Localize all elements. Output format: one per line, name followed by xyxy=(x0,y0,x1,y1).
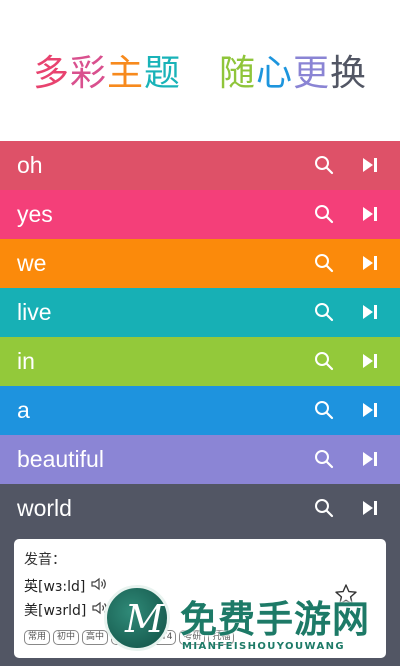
pronunciation-uk: 英[wɜ:ld] xyxy=(24,576,107,596)
search-icon[interactable] xyxy=(312,398,336,422)
word-row[interactable]: a xyxy=(0,386,400,435)
word-label: world xyxy=(17,495,72,521)
word-tag: 考研 xyxy=(179,630,206,645)
pronunciation-us: 美[wɜrld] xyxy=(24,600,108,620)
play-next-icon[interactable] xyxy=(358,496,382,520)
play-next-icon[interactable] xyxy=(358,202,382,226)
word-row[interactable]: we xyxy=(0,239,400,288)
word-tag: 托福 xyxy=(208,630,235,645)
pronunciation-title: 发音： xyxy=(24,552,66,568)
header-char: 主 xyxy=(106,53,144,94)
star-icon[interactable] xyxy=(334,583,358,611)
word-tag: 常用 xyxy=(24,630,51,645)
pronunciation-uk-text: 英[wɜ:ld] xyxy=(24,579,86,595)
header-char: 题 xyxy=(143,53,181,94)
word-row[interactable]: in xyxy=(0,337,400,386)
play-next-icon[interactable] xyxy=(358,447,382,471)
word-row[interactable]: beautiful xyxy=(0,435,400,484)
play-next-icon[interactable] xyxy=(358,153,382,177)
pronunciation-card: 发音： 英[wɜ:ld] 美[wɜrld] 常用 初中 高中 CET4 CET4 考研 托福 xyxy=(14,539,386,658)
header-title: 多彩主题 随心更换 xyxy=(0,0,400,140)
word-row[interactable]: yes xyxy=(0,190,400,239)
word-label: we xyxy=(17,250,47,276)
word-tag: 高中 xyxy=(82,630,109,645)
search-icon[interactable] xyxy=(312,496,336,520)
word-label: live xyxy=(17,299,52,325)
play-next-icon[interactable] xyxy=(358,398,382,422)
header-right-group: 随心更换 xyxy=(219,44,367,96)
header-char: 彩 xyxy=(69,53,107,94)
word-tags: 常用 初中 高中 CET4 CET4 考研 托福 xyxy=(24,630,235,645)
header-char: 更 xyxy=(293,53,331,94)
word-tag: CET4 xyxy=(145,630,177,645)
word-list: oh yes we live in a beautiful world xyxy=(0,141,400,533)
speaker-icon[interactable] xyxy=(91,577,107,595)
word-label: yes xyxy=(17,201,53,227)
header-char: 随 xyxy=(219,53,257,94)
header-char: 换 xyxy=(330,53,368,94)
word-label: beautiful xyxy=(17,446,104,472)
word-label: a xyxy=(17,397,30,423)
speaker-icon[interactable] xyxy=(92,601,108,619)
search-icon[interactable] xyxy=(312,300,336,324)
play-next-icon[interactable] xyxy=(358,349,382,373)
play-next-icon[interactable] xyxy=(358,251,382,275)
search-icon[interactable] xyxy=(312,202,336,226)
header-char: 多 xyxy=(32,53,70,94)
search-icon[interactable] xyxy=(312,251,336,275)
word-label: oh xyxy=(17,152,43,178)
word-detail-panel: 发音： 英[wɜ:ld] 美[wɜrld] 常用 初中 高中 CET4 CET4 考研 托福 xyxy=(0,533,400,666)
play-next-icon[interactable] xyxy=(358,300,382,324)
header-left-group: 多彩主题 xyxy=(33,44,181,96)
word-label: in xyxy=(17,348,35,374)
header-char: 心 xyxy=(256,53,294,94)
word-tag: 初中 xyxy=(53,630,80,645)
word-tag: CET4 xyxy=(111,630,143,645)
search-icon[interactable] xyxy=(312,153,336,177)
word-row[interactable]: live xyxy=(0,288,400,337)
word-row[interactable]: oh xyxy=(0,141,400,190)
word-row[interactable]: world xyxy=(0,484,400,533)
search-icon[interactable] xyxy=(312,349,336,373)
pronunciation-us-text: 美[wɜrld] xyxy=(24,603,87,619)
search-icon[interactable] xyxy=(312,447,336,471)
